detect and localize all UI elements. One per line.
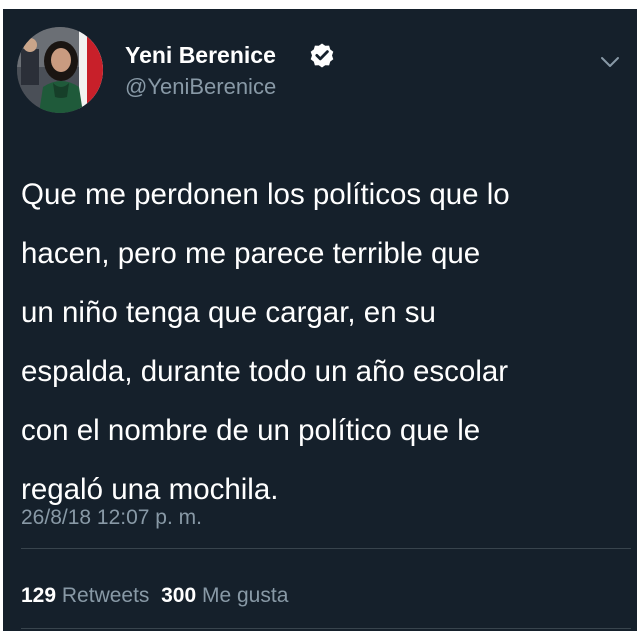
likes-stat[interactable]: 300 Me gusta <box>161 584 288 607</box>
tweet-text-line: espalda, durante todo un año escolar <box>21 355 509 388</box>
tweet-text-line: Que me perdonen los políticos que lo <box>21 178 510 211</box>
divider <box>21 628 631 629</box>
tweet-text-line: un niño tenga que cargar, en su <box>21 296 436 329</box>
avatar[interactable] <box>17 27 103 113</box>
divider <box>21 548 631 549</box>
retweets-label: Retweets <box>61 584 150 607</box>
author-name[interactable]: Yeni Berenice <box>125 41 276 69</box>
author-handle[interactable]: @YeniBerenice <box>125 73 276 101</box>
likes-label: Me gusta <box>202 584 289 607</box>
tweet-text-line: con el nombre de un político que le <box>21 414 481 447</box>
avatar-photo <box>17 27 103 113</box>
tweet-card: Yeni Berenice @YeniBerenice Que me perdo… <box>3 9 637 631</box>
retweets-count: 129 <box>21 584 57 607</box>
tweet-text-line: hacen, pero me parece terrible que <box>21 237 481 270</box>
tweet-stats: 129 Retweets 300 Me gusta <box>21 581 288 611</box>
likes-count: 300 <box>161 584 197 607</box>
verified-badge-icon <box>310 43 334 68</box>
tweet-text: Que me perdonen los políticos que lo hac… <box>21 165 631 519</box>
chevron-down-icon[interactable] <box>599 55 621 69</box>
tweet-timestamp[interactable]: 26/8/18 12:07 p. m. <box>21 504 202 532</box>
retweets-stat[interactable]: 129 Retweets <box>21 584 149 607</box>
